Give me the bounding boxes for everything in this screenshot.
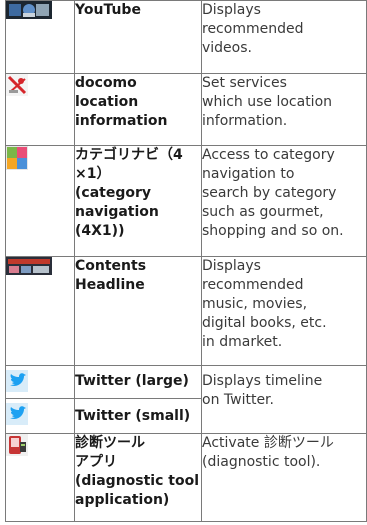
- widget-description-text: Displays recommended videos.: [202, 2, 304, 56]
- widget-description: Displays recommended music, movies, digi…: [201, 256, 367, 366]
- docomo-location-icon: [6, 74, 28, 96]
- widget-description: Displays timeline on Twitter.: [201, 365, 367, 434]
- widget-description-text: Displays timeline on Twitter.: [202, 373, 323, 408]
- icon-cell: [5, 256, 75, 366]
- youtube-thumbnail-icon: [6, 1, 52, 19]
- table-row: Contents Headline Displays recommended m…: [5, 256, 367, 366]
- widget-name: Contents Headline: [74, 256, 202, 366]
- widget-name-text: YouTube: [75, 2, 141, 18]
- widget-description-text: Access to category navigation to search …: [202, 147, 344, 239]
- widget-name-text: Twitter (small): [75, 408, 191, 424]
- widget-description-text: Displays recommended music, movies, digi…: [202, 258, 327, 350]
- icon-cell: [5, 73, 75, 146]
- widget-name: カテゴリナビ（4 ×1） (category navigation (4X1)): [74, 145, 202, 257]
- diagnostic-tool-icon: [6, 434, 28, 456]
- widget-description: Set services which use location informat…: [201, 73, 367, 146]
- widget-description: Activate 診断ツール (diagnostic tool).: [201, 433, 367, 522]
- icon-cell: [5, 433, 75, 522]
- contents-headline-icon: [6, 257, 52, 275]
- widget-name-text: docomo location information: [75, 75, 168, 129]
- widget-name-text: 診断ツール アプリ (diagnostic tool application): [75, 435, 199, 508]
- widget-name: docomo location information: [74, 73, 202, 146]
- icon-cell: [5, 398, 75, 434]
- table-row: docomo location information Set services…: [5, 73, 367, 146]
- widget-description: Displays recommended videos.: [201, 0, 367, 74]
- widget-name-text: Twitter (large): [75, 373, 189, 389]
- widget-name-text: カテゴリナビ（4 ×1） (category navigation (4X1)): [75, 147, 183, 239]
- widget-name: Twitter (large): [74, 365, 202, 399]
- widget-description: Access to category navigation to search …: [201, 145, 367, 257]
- widget-table: YouTube Displays recommended videos. doc…: [5, 0, 367, 522]
- category-navi-icon: [6, 146, 28, 170]
- widget-name: Twitter (small): [74, 398, 202, 434]
- table-row: Twitter (large) Displays timeline on Twi…: [5, 365, 367, 434]
- widget-description-text: Activate 診断ツール (diagnostic tool).: [202, 435, 334, 470]
- twitter-bird-icon: [6, 403, 28, 425]
- icon-cell: [5, 145, 75, 257]
- table-row: 診断ツール アプリ (diagnostic tool application) …: [5, 433, 367, 522]
- twitter-bird-icon: [6, 370, 28, 392]
- widget-name: YouTube: [74, 0, 202, 74]
- widget-name: 診断ツール アプリ (diagnostic tool application): [74, 433, 202, 522]
- widget-name-text: Contents Headline: [75, 258, 147, 293]
- widget-description-text: Set services which use location informat…: [202, 75, 333, 129]
- table-row: YouTube Displays recommended videos.: [5, 0, 367, 74]
- table-row: カテゴリナビ（4 ×1） (category navigation (4X1))…: [5, 145, 367, 257]
- icon-cell: [5, 0, 75, 74]
- icon-cell: [5, 365, 75, 399]
